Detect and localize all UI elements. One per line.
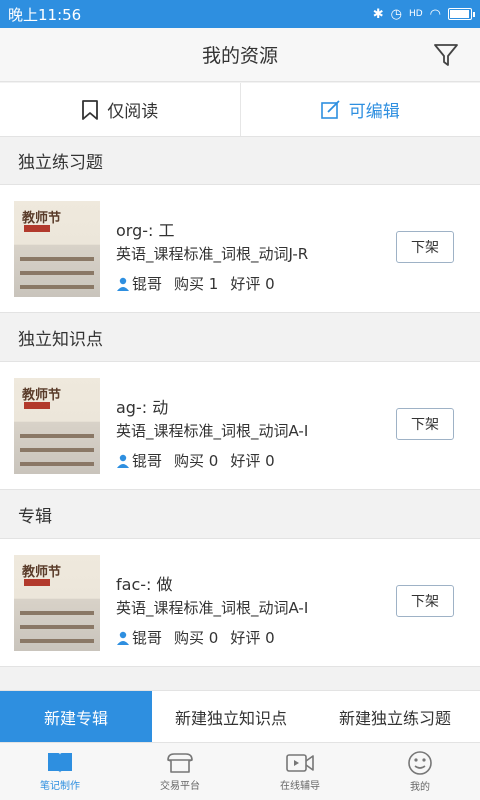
status-time: 晚上11:56	[8, 5, 82, 24]
section-header-album: 专辑	[0, 491, 480, 539]
alarm-icon: ◷	[390, 6, 402, 22]
resource-thumbnail: 教师节	[14, 555, 100, 651]
thumbnail-desk	[20, 434, 94, 438]
resource-name: fac-: 做	[116, 575, 173, 594]
resource-item[interactable]: 教师节 org-: 工 英语_课程标准_词根_动词J-R 锟哥 购买 1 好评 …	[0, 185, 480, 313]
thumbnail-desk	[20, 271, 94, 275]
thumbnail-title: 教师节	[22, 388, 62, 403]
resource-meta: 锟哥 购买 0 好评 0	[116, 450, 275, 471]
resource-meta: 锟哥 购买 0 好评 0	[116, 627, 275, 648]
resource-subtitle: 英语_课程标准_词根_动词A-I	[116, 599, 309, 617]
video-icon	[286, 754, 314, 772]
shop-icon	[167, 753, 193, 773]
mode-switch: 仅阅读 可编辑	[0, 83, 480, 137]
resource-purchases: 购买 0	[174, 629, 219, 647]
thumbnail-stamp	[24, 402, 50, 409]
thumbnail-stamp	[24, 579, 50, 586]
thumbnail-desk	[20, 462, 94, 466]
resource-author: 锟哥	[116, 450, 162, 471]
edit-icon	[320, 99, 340, 119]
title-bar: 我的资源	[0, 28, 480, 82]
thumbnail-title: 教师节	[22, 211, 62, 226]
thumbnail-desk	[20, 448, 94, 452]
mode-read-only[interactable]: 仅阅读	[0, 83, 240, 136]
bluetooth-icon: ✱	[372, 6, 384, 22]
book-icon	[48, 753, 72, 773]
page-title: 我的资源	[201, 45, 278, 67]
mode-read-only-label: 仅阅读	[107, 102, 159, 122]
unlist-button[interactable]: 下架	[396, 408, 454, 440]
filter-icon[interactable]	[432, 41, 460, 69]
new-knowledge-point-button[interactable]: 新建独立知识点	[152, 691, 310, 742]
thumbnail-desk	[20, 625, 94, 629]
thumbnail-title: 教师节	[22, 565, 62, 580]
tab-notes-label: 笔记制作	[40, 781, 80, 792]
tab-market[interactable]: 交易平台	[120, 743, 240, 800]
tab-tutoring-label: 在线辅导	[280, 781, 320, 792]
tab-mine[interactable]: 我的	[360, 743, 480, 800]
resource-reviews: 好评 0	[230, 629, 275, 647]
resource-item[interactable]: 教师节 ag-: 动 英语_课程标准_词根_动词A-I 锟哥 购买 0 好评 0…	[0, 362, 480, 490]
tab-notes[interactable]: 笔记制作	[0, 743, 120, 800]
mode-editable-label: 可编辑	[348, 102, 400, 122]
resource-subtitle: 英语_课程标准_词根_动词J-R	[116, 245, 309, 263]
resource-author-name: 锟哥	[132, 452, 163, 470]
resource-subtitle: 英语_课程标准_词根_动词A-I	[116, 422, 309, 440]
smiley-icon	[408, 751, 432, 775]
section-header-knowledge: 独立知识点	[0, 314, 480, 362]
user-icon	[117, 454, 129, 468]
resource-author: 锟哥	[116, 273, 162, 294]
status-bar: 晚上11:56 ✱ ◷ HD ◠	[0, 0, 480, 28]
mode-editable[interactable]: 可编辑	[239, 83, 480, 136]
new-practice-button[interactable]: 新建独立练习题	[310, 691, 480, 742]
tab-tutoring[interactable]: 在线辅导	[240, 743, 360, 800]
tab-market-label: 交易平台	[160, 781, 200, 792]
user-icon	[117, 277, 129, 291]
resource-item[interactable]: 教师节 fac-: 做 英语_课程标准_词根_动词A-I 锟哥 购买 0 好评 …	[0, 539, 480, 667]
thumbnail-stamp	[24, 225, 50, 232]
battery-icon	[448, 8, 475, 20]
thumbnail-desk	[20, 285, 94, 289]
resource-purchases: 购买 0	[174, 452, 219, 470]
resource-purchases: 购买 1	[174, 275, 219, 293]
new-album-button[interactable]: 新建专辑	[0, 691, 152, 742]
user-icon	[117, 631, 129, 645]
thumbnail-desk	[20, 257, 94, 261]
unlist-button[interactable]: 下架	[396, 231, 454, 263]
status-icons: ✱ ◷ HD ◠	[372, 6, 475, 22]
resource-name: ag-: 动	[116, 398, 169, 417]
resource-reviews: 好评 0	[230, 452, 275, 470]
thumbnail-desk	[20, 639, 94, 643]
tab-mine-label: 我的	[410, 782, 430, 793]
wifi-icon: ◠	[429, 6, 441, 22]
thumbnail-desk	[20, 611, 94, 615]
resource-name: org-: 工	[116, 221, 175, 240]
create-actions: 新建专辑 新建独立知识点 新建独立练习题	[0, 690, 480, 742]
bookmark-icon	[82, 99, 99, 120]
unlist-button[interactable]: 下架	[396, 585, 454, 617]
network-label: HD	[408, 9, 423, 19]
bottom-tab-bar: 笔记制作 交易平台 在线辅导 我的	[0, 742, 480, 800]
resource-thumbnail: 教师节	[14, 378, 100, 474]
resource-author-name: 锟哥	[132, 275, 163, 293]
resource-meta: 锟哥 购买 1 好评 0	[116, 273, 275, 294]
resource-author-name: 锟哥	[132, 629, 163, 647]
section-header-practice: 独立练习题	[0, 137, 480, 185]
resource-reviews: 好评 0	[230, 275, 275, 293]
resource-author: 锟哥	[116, 627, 162, 648]
resource-thumbnail: 教师节	[14, 201, 100, 297]
